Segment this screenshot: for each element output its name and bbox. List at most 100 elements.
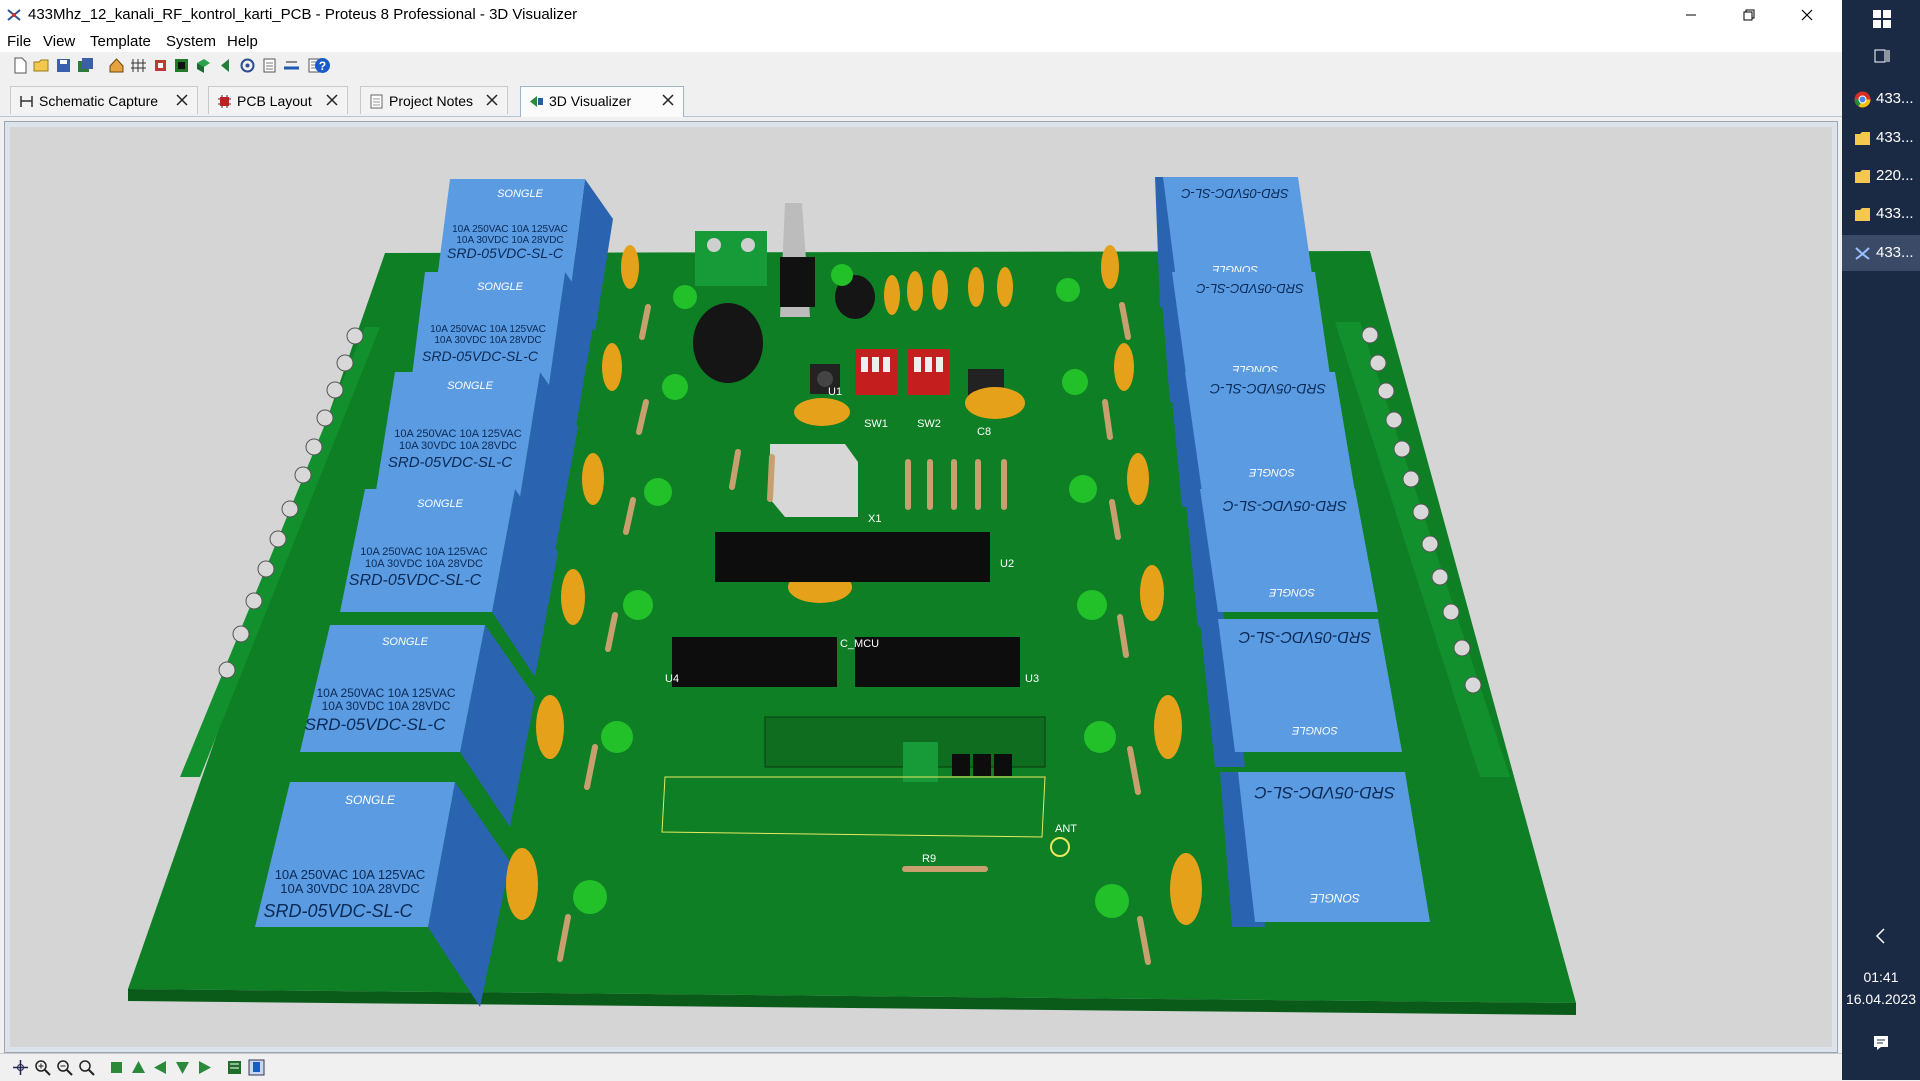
- proteus-icon: [1855, 247, 1870, 260]
- view-toolbar: [0, 1053, 1842, 1081]
- menu-system[interactable]: System: [166, 33, 216, 50]
- svg-text:SONGLE: SONGLE: [382, 636, 429, 648]
- svg-text:10A 30VDC 10A 28VDC: 10A 30VDC 10A 28VDC: [365, 558, 483, 570]
- minimize-button[interactable]: [1662, 0, 1720, 30]
- board-view-icon[interactable]: [226, 1059, 243, 1076]
- zoom-extents-icon[interactable]: [78, 1059, 95, 1076]
- task-item-label: 220...: [1876, 167, 1914, 184]
- view-top-icon[interactable]: [108, 1059, 125, 1076]
- svg-text:SONGLE: SONGLE: [497, 188, 544, 200]
- svg-text:U1: U1: [828, 386, 842, 398]
- task-view-icon[interactable]: [1873, 47, 1891, 65]
- tab-label: Project Notes: [389, 93, 474, 109]
- 3d-viewport[interactable]: SONGLE 10A 250VAC 10A 125VAC 10A 30VDC 1…: [10, 127, 1832, 1047]
- svg-text:SONGLE: SONGLE: [1248, 466, 1295, 478]
- close-button[interactable]: [1778, 0, 1836, 30]
- view-right-icon[interactable]: [196, 1059, 213, 1076]
- svg-text:SRD-05VDC-SL-C: SRD-05VDC-SL-C: [422, 348, 539, 364]
- close-tab-icon[interactable]: [485, 93, 499, 107]
- svg-text:U2: U2: [1000, 558, 1014, 570]
- svg-text:10A 250VAC 10A 125VAC: 10A 250VAC 10A 125VAC: [317, 686, 456, 700]
- view-left-icon[interactable]: [152, 1059, 169, 1076]
- bom-icon[interactable]: [261, 57, 278, 74]
- svg-text:10A 30VDC 10A 28VDC: 10A 30VDC 10A 28VDC: [399, 440, 517, 452]
- ic-u2: U2: [715, 532, 1014, 582]
- view-back-icon[interactable]: [174, 1059, 191, 1076]
- svg-text:10A 30VDC 10A 28VDC: 10A 30VDC 10A 28VDC: [322, 699, 451, 713]
- svg-text:10A 250VAC 10A 125VAC: 10A 250VAC 10A 125VAC: [360, 546, 487, 558]
- windows-taskbar: 433... 433... 220... 433... 433... 01:41…: [1842, 0, 1920, 1080]
- svg-text:10A 30VDC 10A 28VDC: 10A 30VDC 10A 28VDC: [434, 335, 541, 346]
- open-folder-icon[interactable]: [33, 57, 50, 74]
- menu-view[interactable]: View: [43, 33, 75, 50]
- dc-jack: [695, 231, 767, 286]
- zoom-in-icon[interactable]: [34, 1059, 51, 1076]
- minimize-icon: [1686, 14, 1696, 16]
- visualizer-icon: [530, 96, 543, 107]
- pan-icon[interactable]: [12, 1059, 29, 1076]
- task-item-chrome[interactable]: 433...: [1842, 81, 1920, 117]
- svg-text:SONGLE: SONGLE: [447, 380, 494, 392]
- svg-text:SRD-05VDC-SL-C: SRD-05VDC-SL-C: [1209, 381, 1326, 397]
- home-icon[interactable]: [108, 57, 125, 74]
- task-item-proteus[interactable]: 433...: [1842, 235, 1920, 271]
- zoom-out-icon[interactable]: [56, 1059, 73, 1076]
- chrome-icon: [1854, 91, 1871, 108]
- svg-text:SONGLE: SONGLE: [417, 498, 464, 510]
- notes-icon: [370, 94, 383, 109]
- tab-pcb-layout[interactable]: PCB Layout: [208, 86, 348, 114]
- tab-label: 3D Visualizer: [549, 93, 632, 109]
- svg-text:U4: U4: [665, 673, 679, 685]
- tab-3d-visualizer[interactable]: 3D Visualizer: [520, 86, 684, 117]
- stop-icon[interactable]: [152, 57, 169, 74]
- view-front-icon[interactable]: [130, 1059, 147, 1076]
- svg-text:X1: X1: [868, 513, 881, 525]
- tab-label: Schematic Capture: [39, 93, 159, 109]
- back-icon[interactable]: [217, 57, 234, 74]
- ic-u3: U3: [855, 637, 1039, 687]
- title-bar[interactable]: 433Mhz_12_kanali_RF_kontrol_karti_PCB - …: [0, 0, 1842, 30]
- component-view-icon[interactable]: [248, 1059, 265, 1076]
- close-tab-icon[interactable]: [661, 93, 675, 107]
- toolbar: ?: [0, 53, 1842, 79]
- window-title: 433Mhz_12_kanali_RF_kontrol_karti_PCB - …: [28, 6, 578, 23]
- svg-text:C_MCU: C_MCU: [840, 638, 879, 650]
- task-item-folder[interactable]: 433...: [1842, 120, 1920, 156]
- clock-time[interactable]: 01:41: [1842, 969, 1920, 985]
- restore-button[interactable]: [1720, 0, 1778, 30]
- menu-template[interactable]: Template: [90, 33, 151, 50]
- notification-icon[interactable]: [1872, 1034, 1890, 1052]
- task-item-folder[interactable]: 220...: [1842, 158, 1920, 194]
- svg-text:SONGLE: SONGLE: [345, 793, 396, 807]
- svg-text:SRD-05VDC-SL-C: SRD-05VDC-SL-C: [1196, 281, 1304, 296]
- netlist-icon[interactable]: [130, 57, 147, 74]
- folder-icon: [1855, 132, 1870, 145]
- clock-date[interactable]: 16.04.2023: [1842, 991, 1920, 1007]
- svg-text:10A 30VDC 10A 28VDC: 10A 30VDC 10A 28VDC: [280, 881, 419, 896]
- task-item-folder[interactable]: 433...: [1842, 196, 1920, 232]
- svg-text:C8: C8: [977, 426, 991, 438]
- pcb-icon[interactable]: [173, 57, 190, 74]
- svg-text:SRD-05VDC-SL-C: SRD-05VDC-SL-C: [1181, 186, 1289, 201]
- help-icon[interactable]: ?: [314, 57, 331, 74]
- proteus-window: 433Mhz_12_kanali_RF_kontrol_karti_PCB - …: [0, 0, 1842, 1081]
- tab-schematic-capture[interactable]: Schematic Capture: [10, 86, 198, 114]
- svg-text:SRD-05VDC-SL-C: SRD-05VDC-SL-C: [263, 901, 413, 921]
- new-file-icon[interactable]: [12, 57, 29, 74]
- tab-project-notes[interactable]: Project Notes: [360, 86, 508, 114]
- save-icon[interactable]: [55, 57, 72, 74]
- close-tab-icon[interactable]: [175, 93, 189, 107]
- windows-start-icon[interactable]: [1873, 10, 1891, 28]
- svg-text:SRD-05VDC-SL-C: SRD-05VDC-SL-C: [1223, 497, 1347, 514]
- svg-text:?: ?: [319, 59, 326, 73]
- library-icon[interactable]: [239, 57, 256, 74]
- menu-file[interactable]: File: [7, 33, 31, 50]
- notes-icon[interactable]: [283, 57, 300, 74]
- save-all-icon[interactable]: [77, 57, 94, 74]
- folder-icon: [1855, 170, 1870, 183]
- 3d-icon[interactable]: [195, 57, 212, 74]
- menu-help[interactable]: Help: [227, 33, 258, 50]
- close-tab-icon[interactable]: [325, 93, 339, 107]
- svg-text:SONGLE: SONGLE: [1309, 891, 1360, 905]
- chevron-left-icon[interactable]: [1874, 927, 1888, 945]
